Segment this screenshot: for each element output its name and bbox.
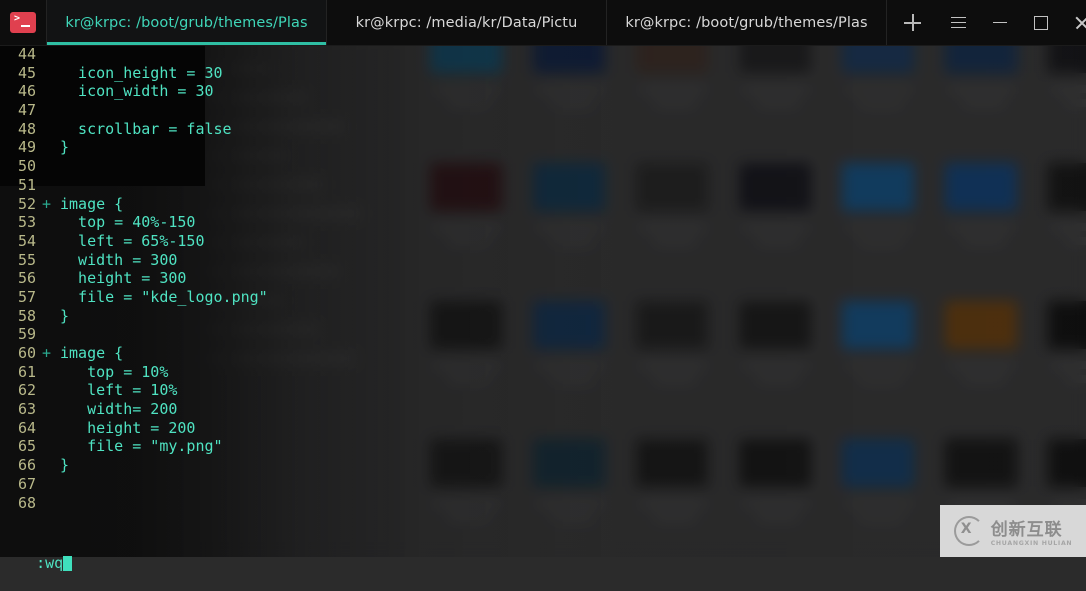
tab-label: kr@krpc: /boot/grub/themes/Plas xyxy=(55,15,317,31)
watermark-chinese: 创新互联 xyxy=(991,515,1073,540)
close-button[interactable] xyxy=(1061,0,1086,45)
background-blur-overlay xyxy=(0,0,1086,557)
tab-label: kr@krpc: /media/kr/Data/Pictu xyxy=(346,15,588,31)
terminal-icon xyxy=(0,0,46,45)
new-tab-button[interactable] xyxy=(886,0,938,45)
tab-2[interactable]: kr@krpc: /boot/grub/themes/Plas xyxy=(606,0,886,45)
plus-icon xyxy=(904,14,921,31)
maximize-button[interactable] xyxy=(1020,0,1061,45)
tab-1[interactable]: kr@krpc: /media/kr/Data/Pictu xyxy=(326,0,606,45)
menu-button[interactable] xyxy=(938,0,979,45)
menu-icon xyxy=(951,17,966,28)
tab-active-underline xyxy=(47,42,326,45)
maximize-icon xyxy=(1034,16,1048,30)
text-cursor xyxy=(63,556,72,571)
watermark-pinyin: CHUANGXIN HULIAN xyxy=(991,540,1073,547)
title-bar: kr@krpc: /boot/grub/themes/Plas kr@krpc:… xyxy=(0,0,1086,46)
tab-label: kr@krpc: /boot/grub/themes/Plas xyxy=(615,15,877,31)
minimize-button[interactable] xyxy=(979,0,1020,45)
window-controls xyxy=(938,0,1086,45)
minimize-icon xyxy=(993,22,1007,24)
tab-0[interactable]: kr@krpc: /boot/grub/themes/Plas xyxy=(46,0,326,45)
close-icon xyxy=(1075,16,1086,30)
watermark: 创新互联 CHUANGXIN HULIAN xyxy=(940,505,1086,557)
cx-logo-icon xyxy=(954,516,984,546)
